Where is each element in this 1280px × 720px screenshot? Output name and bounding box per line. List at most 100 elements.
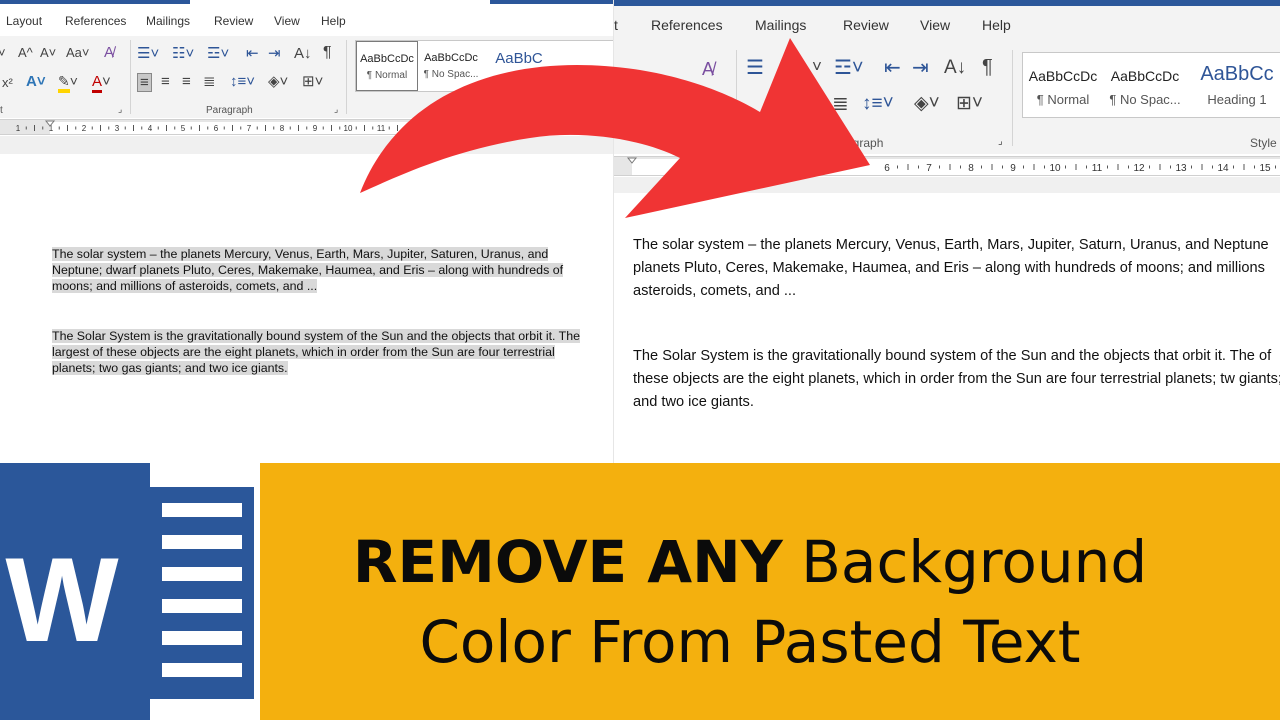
ruler-number: 9 [1010,163,1016,174]
highlight-icon[interactable]: ✎˅ [58,73,78,93]
title-bar-edge [0,0,190,4]
tab-mailings[interactable]: Mailings [146,14,190,28]
document-body-right[interactable]: The solar system – the planets Mercury, … [633,234,1280,414]
ruler-number: 15 [1259,163,1271,174]
multilevel-list-icon[interactable]: ☲˅ [834,58,864,78]
ruler-number: 2 [82,124,87,133]
font-color-icon[interactable]: A˅ [92,73,111,93]
paragraph-2: The Solar System is the gravitationally … [633,348,1280,410]
increase-indent-icon[interactable]: ⇥ [912,58,929,78]
ruler-number: 4 [148,124,153,133]
right-word-screenshot: t References Mailings Review View Help A… [614,0,1280,463]
ruler-number: 13 [1175,163,1187,174]
style-no-spacing[interactable]: AaBbCcDc ¶ No Spac... [420,41,482,91]
line-spacing-icon[interactable]: ↕≡˅ [862,94,894,113]
sort-icon[interactable]: A↓ [294,46,312,61]
tab-layout[interactable]: Layout [6,14,42,28]
ruler-number: 9 [313,124,318,133]
tab-mailings[interactable]: Mailings [755,17,806,33]
shading-icon[interactable]: ◈˅ [914,94,940,113]
tab-help[interactable]: Help [982,17,1011,33]
ruler-number: 7 [247,124,252,133]
ruler-number: 14 [1217,163,1229,174]
align-left-icon[interactable]: ≡ [137,73,152,92]
tab-review[interactable]: Review [843,17,889,33]
horizontal-ruler[interactable]: 1 1 2 3 4 5 6 7 8 9 10 11 12 13 14 15 16 [0,119,613,135]
text-effects-icon[interactable]: A˅ [26,74,46,89]
styles-gallery: AaBbCcDc ¶ Normal AaBbCcDc ¶ No Spac... … [1022,52,1280,118]
ribbon-tabs: t References Mailings Review View Help [614,17,1280,37]
word-logo-icon: W [0,463,260,720]
headline-line-2: Color From Pasted Text [419,608,1081,676]
group-label-styles: Style [1250,136,1277,150]
tab-references[interactable]: References [651,17,723,33]
document-body-left[interactable]: The solar system – the planets Mercury, … [52,246,587,376]
ruler-number: 7 [926,163,932,174]
tab-layout[interactable]: t [614,17,618,33]
tab-help[interactable]: Help [321,14,346,28]
ribbon: ˅ A^ A˅ Aa˅ A̸ x² A˅ ✎˅ A˅ t ⌟ ☰˅ ☷˅ ☲˅ … [0,36,613,118]
ruler-number: 11 [377,124,386,133]
shading-icon[interactable]: ◈˅ [268,74,288,89]
decrease-indent-icon[interactable]: ⇤ [246,46,259,61]
style-heading-1[interactable]: AaBbCc Heading 1 [1187,53,1280,117]
pilcrow-icon[interactable]: ¶ [982,57,993,77]
ruler-gap [614,177,1280,193]
style-heading-1[interactable]: AaBbC [484,41,554,91]
horizontal-ruler[interactable]: 6 7 8 9 10 11 12 13 14 15 [614,156,1280,176]
multilevel-list-icon[interactable]: ☲˅ [207,46,229,61]
paragraph-1: The solar system – the planets Mercury, … [52,247,564,293]
decrease-indent-icon[interactable]: ⇤ [884,58,901,78]
ruler-number: 12 [410,124,419,133]
headline-line-1-rest: Background [782,528,1148,596]
ribbon: A̸ ☰ ˅ ☲˅ ⇤ ⇥ A↓ ¶ ≣ ↕≡˅ ◈˅ ⊞˅ agraph ⌟ … [614,44,1280,154]
justify-icon[interactable]: ≣ [832,94,849,114]
increase-indent-icon[interactable]: ⇥ [268,46,281,61]
tab-review[interactable]: Review [214,14,253,28]
dialog-launcher-icon[interactable]: ⌟ [334,105,338,114]
numbering-icon[interactable]: ☷˅ [172,46,194,61]
line-spacing-icon[interactable]: ↕≡˅ [230,74,255,89]
subscript-icon[interactable]: x² [2,76,13,89]
headline: REMOVE ANY Background Color From Pasted … [300,522,1200,682]
ruler-number: 8 [280,124,285,133]
justify-icon[interactable]: ≣ [203,74,216,89]
ruler-number: 1 [16,124,21,133]
paragraph-1: The solar system – the planets Mercury, … [633,237,1269,299]
style-no-spacing[interactable]: AaBbCcDc ¶ No Spac... [1105,53,1185,117]
left-word-screenshot: Layout References Mailings Review View H… [0,0,614,463]
bullets-icon[interactable]: ☰ [746,58,764,78]
group-label-paragraph: Paragraph [206,105,253,116]
group-divider [130,40,131,114]
group-divider [736,50,737,146]
style-normal[interactable]: AaBbCcDc ¶ Normal [356,41,418,91]
headline-bold: REMOVE ANY [352,528,783,596]
ruler-gap [0,136,613,154]
align-right-icon[interactable]: ≡ [182,74,191,89]
numbering-icon[interactable]: ˅ [812,58,822,75]
align-center-icon[interactable]: ≡ [161,74,170,89]
pilcrow-icon[interactable]: ¶ [323,45,332,61]
borders-icon[interactable]: ⊞˅ [302,74,323,89]
group-label-paragraph: agraph [846,136,884,150]
ruler-number: 16 [542,124,551,133]
bullets-icon[interactable]: ☰˅ [137,46,159,61]
sort-icon[interactable]: A↓ [944,58,966,77]
ruler-number: 11 [1092,163,1103,174]
font-size-box[interactable]: ˅ [0,46,6,59]
dialog-launcher-icon[interactable]: ⌟ [118,105,122,114]
tab-references[interactable]: References [65,14,126,28]
dialog-launcher-icon[interactable]: ⌟ [998,137,1003,147]
clear-format-icon[interactable]: A̸ [104,45,114,60]
style-normal[interactable]: AaBbCcDc ¶ Normal [1023,53,1103,117]
clear-format-icon[interactable]: A̸ [702,60,714,78]
ruler-number: 15 [509,124,518,133]
tab-view[interactable]: View [920,17,950,33]
shrink-font-button[interactable]: A˅ [40,46,56,59]
grow-font-button[interactable]: A^ [18,46,33,59]
borders-icon[interactable]: ⊞˅ [956,94,983,113]
paragraph-2: The Solar System is the gravitationally … [52,329,581,375]
tab-view[interactable]: View [274,14,300,28]
change-case-button[interactable]: Aa˅ [66,46,90,59]
title-bar-edge [490,0,613,4]
